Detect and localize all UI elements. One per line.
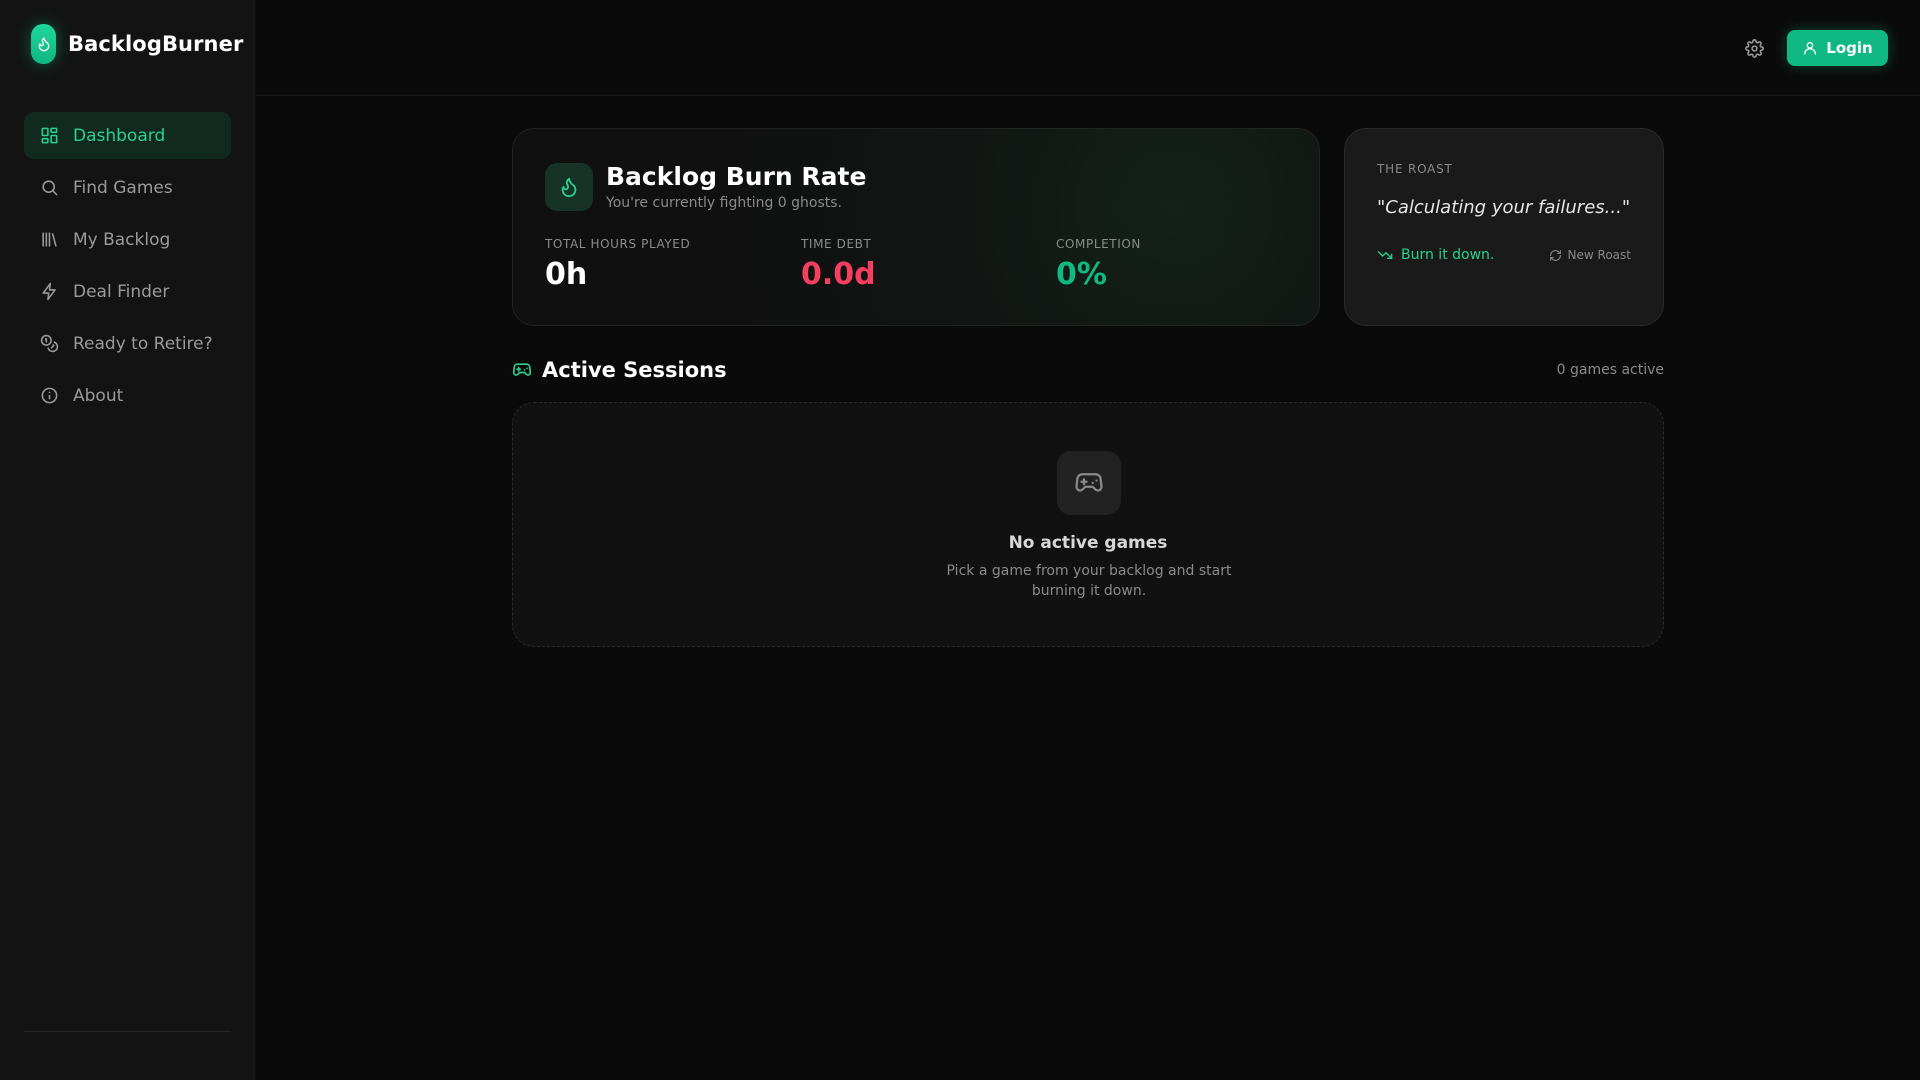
- sidebar-item-label: Deal Finder: [73, 281, 170, 302]
- active-sessions-header: Active Sessions: [512, 358, 727, 382]
- burn-it-down-link[interactable]: Burn it down.: [1377, 247, 1494, 263]
- stat-value: 0h: [545, 257, 588, 292]
- stat-value: 0.0d: [801, 257, 876, 292]
- login-button[interactable]: Login: [1787, 30, 1888, 66]
- roast-card: THE ROAST "Calculating your failures..."…: [1344, 128, 1664, 326]
- stat-completion: COMPLETION 0%: [1056, 237, 1141, 292]
- sidebar-item-ready-to-retire[interactable]: Ready to Retire?: [24, 320, 231, 367]
- login-label: Login: [1826, 39, 1873, 57]
- sidebar-item-label: Dashboard: [73, 125, 166, 146]
- sidebar-item-my-backlog[interactable]: My Backlog: [24, 216, 231, 263]
- sidebar-item-label: About: [73, 385, 124, 406]
- brand[interactable]: BacklogBurner: [31, 24, 243, 64]
- sidebar: BacklogBurner Dashboard Find Games My Ba…: [0, 0, 255, 1080]
- trending-down-icon: [1377, 251, 1393, 259]
- new-roast-button[interactable]: New Roast: [1549, 248, 1631, 262]
- library-icon: [42, 232, 57, 247]
- empty-sessions-state: No active games Pick a game from your ba…: [512, 402, 1664, 647]
- lightning-icon: [42, 282, 56, 301]
- sidebar-divider: [24, 1031, 231, 1032]
- gamepad-placeholder-icon: [1057, 451, 1121, 515]
- search-icon: [42, 180, 58, 196]
- burn-rate-card: Backlog Burn Rate You're currently fight…: [512, 128, 1320, 326]
- burn-rate-title: Backlog Burn Rate: [606, 162, 867, 191]
- roast-quote: "Calculating your failures...": [1377, 197, 1631, 218]
- games-active-count: 0 games active: [1556, 362, 1664, 378]
- gamepad-icon: [512, 363, 532, 376]
- brand-name: BacklogBurner: [68, 32, 244, 56]
- active-sessions-title: Active Sessions: [542, 358, 727, 382]
- gear-icon: [1744, 38, 1764, 58]
- sidebar-item-label: My Backlog: [73, 229, 171, 250]
- top-header: Login: [256, 0, 1920, 96]
- roast-label: THE ROAST: [1377, 162, 1453, 176]
- stat-value: 0%: [1056, 257, 1107, 292]
- app-root: BacklogBurner Dashboard Find Games My Ba…: [0, 0, 1920, 1080]
- sidebar-nav: Dashboard Find Games My Backlog Deal Fin…: [24, 112, 231, 424]
- flame-icon: [545, 163, 593, 211]
- empty-state-title: No active games: [1008, 533, 1168, 553]
- stat-total-hours: TOTAL HOURS PLAYED 0h: [545, 237, 690, 292]
- sidebar-item-label: Find Games: [73, 177, 173, 198]
- empty-state-description: Pick a game from your backlog and start …: [946, 563, 1232, 599]
- coins-icon: [40, 334, 59, 353]
- burn-it-down-label: Burn it down.: [1401, 247, 1495, 263]
- stat-label: COMPLETION: [1056, 237, 1141, 251]
- sidebar-item-label: Ready to Retire?: [73, 333, 213, 354]
- settings-button[interactable]: [1740, 34, 1768, 62]
- dashboard-grid-icon: [41, 127, 58, 144]
- sidebar-item-deal-finder[interactable]: Deal Finder: [24, 268, 231, 315]
- sidebar-item-about[interactable]: About: [24, 372, 231, 419]
- new-roast-label: New Roast: [1567, 248, 1631, 262]
- stat-label: TOTAL HOURS PLAYED: [545, 237, 691, 251]
- stat-time-debt: TIME DEBT 0.0d: [801, 237, 876, 292]
- stat-label: TIME DEBT: [801, 237, 872, 251]
- refresh-icon: [1549, 249, 1561, 261]
- user-icon: [1804, 42, 1817, 55]
- sidebar-item-find-games[interactable]: Find Games: [24, 164, 231, 211]
- info-icon: [41, 387, 58, 404]
- sidebar-item-dashboard[interactable]: Dashboard: [24, 112, 231, 159]
- flame-logo-icon: [31, 24, 56, 64]
- burn-rate-subtitle: You're currently fighting 0 ghosts.: [606, 195, 842, 211]
